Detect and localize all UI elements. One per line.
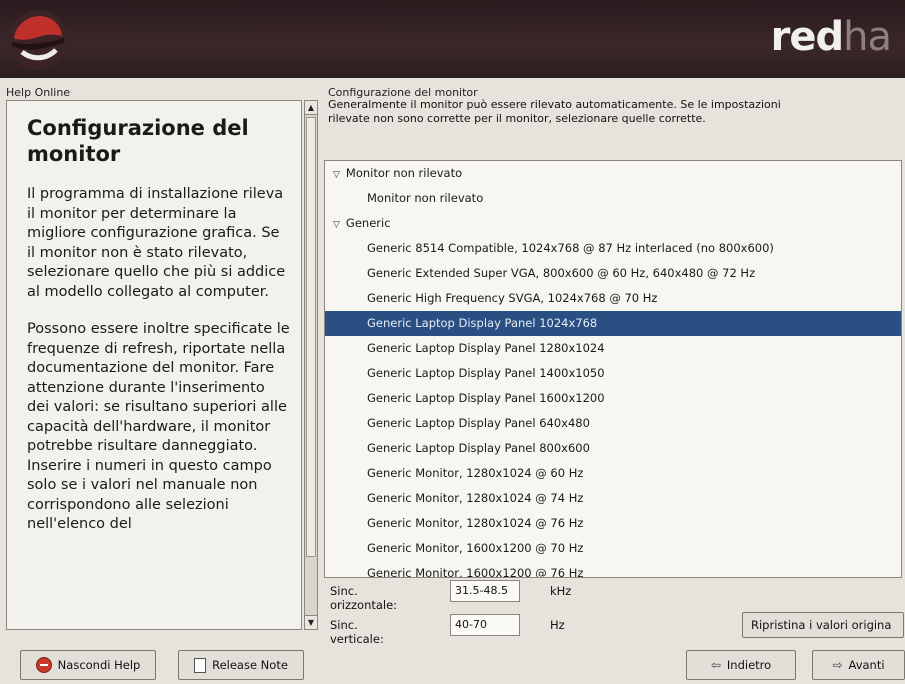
scroll-up-icon[interactable]: ▲ <box>305 101 317 115</box>
monitor-item-label: Monitor non rilevato <box>345 166 463 180</box>
hide-help-button[interactable]: Nascondi Help <box>20 650 156 680</box>
monitor-item-label: Generic <box>345 216 391 230</box>
monitor-item-label: Generic Monitor, 1280x1024 @ 76 Hz <box>367 516 584 530</box>
monitor-item-label: Generic Monitor, 1600x1200 @ 70 Hz <box>367 541 584 555</box>
expand-triangle-icon[interactable]: ▽ <box>333 170 340 180</box>
monitor-list-item[interactable]: Generic Laptop Display Panel 1280x1024 <box>325 336 901 361</box>
help-text-area[interactable]: Configurazione del monitor Il programma … <box>6 100 302 630</box>
monitor-list-item[interactable]: Generic 8514 Compatible, 1024x768 @ 87 H… <box>325 236 901 261</box>
monitor-list-item[interactable]: Generic Monitor, 1280x1024 @ 74 Hz <box>325 486 901 511</box>
monitor-list-item[interactable]: Generic Laptop Display Panel 1024x768 <box>325 311 901 336</box>
next-label: Avanti <box>848 658 885 672</box>
monitor-item-label: Generic Monitor, 1280x1024 @ 60 Hz <box>367 466 584 480</box>
monitor-item-label: Generic Laptop Display Panel 640x480 <box>367 416 590 430</box>
next-button[interactable]: ⇨ Avanti <box>812 650 905 680</box>
hide-help-label: Nascondi Help <box>57 658 141 672</box>
monitor-description: Generalmente il monitor può essere rilev… <box>328 98 781 125</box>
release-notes-button[interactable]: Release Note <box>178 650 304 680</box>
monitor-group-row[interactable]: ▽ Generic <box>325 211 901 236</box>
back-label: Indietro <box>726 658 772 672</box>
monitor-list[interactable]: ▽ Monitor non rilevato Monitor non rilevat… <box>324 160 902 578</box>
brand-wordmark: redha <box>770 14 892 60</box>
help-paragraph: Il programma di installazione rileva il … <box>27 186 286 300</box>
header-banner: redha <box>0 0 905 78</box>
vsync-label: Sinc. verticale: <box>330 618 384 646</box>
back-button[interactable]: ⇦ Indietro <box>686 650 796 680</box>
monitor-list-item[interactable]: Generic Laptop Display Panel 800x600 <box>325 436 901 461</box>
brand-red: red <box>770 14 844 60</box>
vsync-input[interactable]: 40-70 <box>450 614 520 636</box>
restore-defaults-label: Ripristina i valori origina <box>751 618 892 632</box>
redhat-logo-icon <box>8 10 68 70</box>
brand-hat: ha <box>843 14 892 60</box>
monitor-list-item[interactable]: Generic Laptop Display Panel 1600x1200 <box>325 386 901 411</box>
help-frame-label: Help Online <box>6 86 71 99</box>
monitor-item-label: Generic Monitor, 1280x1024 @ 74 Hz <box>367 491 584 505</box>
hsync-input[interactable]: 31.5-48.5 <box>450 580 520 602</box>
expand-triangle-icon[interactable]: ▽ <box>333 220 340 230</box>
help-paragraph: Possono essere inoltre specificate le fr… <box>27 321 290 532</box>
help-panel: Help Online Configurazione del monitor I… <box>4 86 318 642</box>
hsync-label: Sinc. orizzontale: <box>330 584 398 612</box>
scroll-down-icon[interactable]: ▼ <box>305 615 317 629</box>
monitor-list-item[interactable]: Generic Laptop Display Panel 640x480 <box>325 411 901 436</box>
help-scrollbar[interactable]: ▲ ▼ <box>304 100 318 630</box>
monitor-item-label: Generic Laptop Display Panel 1024x768 <box>367 316 598 330</box>
monitor-list-item[interactable]: Generic High Frequency SVGA, 1024x768 @ … <box>325 286 901 311</box>
monitor-item-label: Generic 8514 Compatible, 1024x768 @ 87 H… <box>367 241 774 255</box>
monitor-list-item[interactable]: Generic Monitor, 1600x1200 @ 76 Hz <box>325 561 901 578</box>
monitor-list-item[interactable]: Generic Monitor, 1600x1200 @ 70 Hz <box>325 536 901 561</box>
arrow-left-icon: ⇦ <box>710 658 721 672</box>
monitor-item-label: Generic Laptop Display Panel 1280x1024 <box>367 341 605 355</box>
monitor-list-item[interactable]: Monitor non rilevato <box>325 186 901 211</box>
monitor-item-label: Generic Laptop Display Panel 1400x1050 <box>367 366 605 380</box>
stop-icon <box>35 657 52 673</box>
monitor-item-label: Generic Monitor, 1600x1200 @ 76 Hz <box>367 566 584 578</box>
hsync-unit: kHz <box>550 584 572 598</box>
document-icon <box>194 657 207 673</box>
scroll-thumb[interactable] <box>306 117 316 557</box>
vsync-unit: Hz <box>550 618 565 632</box>
monitor-item-label: Generic Laptop Display Panel 800x600 <box>367 441 590 455</box>
restore-defaults-button[interactable]: Ripristina i valori origina <box>742 612 904 638</box>
monitor-group-row[interactable]: ▽ Monitor non rilevato <box>325 161 901 186</box>
monitor-item-label: Generic High Frequency SVGA, 1024x768 @ … <box>367 291 658 305</box>
monitor-list-item[interactable]: Generic Extended Super VGA, 800x600 @ 60… <box>325 261 901 286</box>
monitor-list-item[interactable]: Generic Monitor, 1280x1024 @ 60 Hz <box>325 461 901 486</box>
monitor-item-label: Monitor non rilevato <box>367 191 484 205</box>
monitor-list-item[interactable]: Generic Laptop Display Panel 1400x1050 <box>325 361 901 386</box>
monitor-item-label: Generic Laptop Display Panel 1600x1200 <box>367 391 605 405</box>
monitor-item-label: Generic Extended Super VGA, 800x600 @ 60… <box>367 266 756 280</box>
release-notes-label: Release Note <box>212 658 288 672</box>
help-title: Configurazione del monitor <box>27 116 249 166</box>
arrow-right-icon: ⇨ <box>832 658 843 672</box>
monitor-list-item[interactable]: Generic Monitor, 1280x1024 @ 76 Hz <box>325 511 901 536</box>
